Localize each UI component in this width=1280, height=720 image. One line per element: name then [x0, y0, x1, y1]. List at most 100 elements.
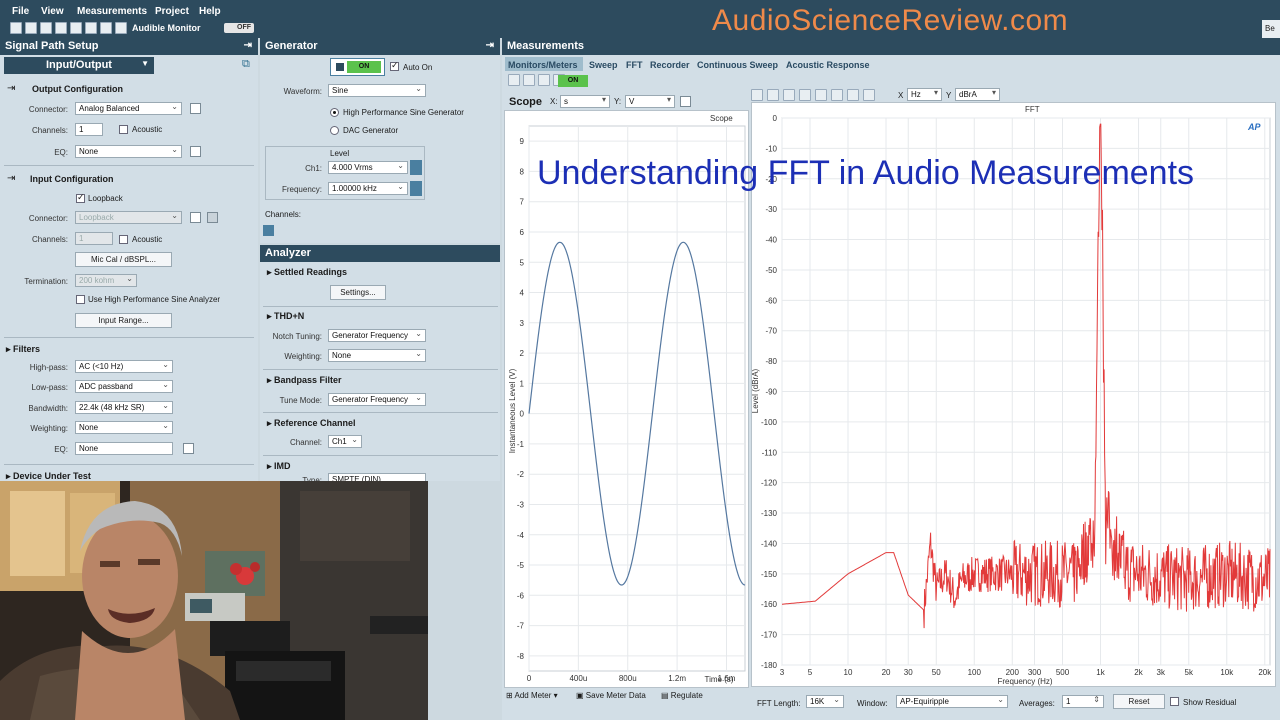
- mic-cal-button[interactable]: Mic Cal / dBSPL...: [75, 252, 172, 267]
- input-monitor-icon[interactable]: [207, 212, 218, 223]
- input-range-button[interactable]: Input Range...: [75, 313, 172, 328]
- fft-y-unit-select[interactable]: dBrA ▾: [955, 88, 1000, 101]
- report-icon[interactable]: [70, 22, 82, 34]
- speaker-icon[interactable]: [115, 22, 127, 34]
- regulate-button[interactable]: ▤ Regulate: [661, 691, 703, 700]
- settings-icon[interactable]: [55, 22, 67, 34]
- highpass-select[interactable]: AC (<10 Hz) ⌄: [75, 360, 173, 373]
- add-meter-button[interactable]: ⊞ Add Meter ▾: [506, 691, 558, 700]
- level-spinner-icon[interactable]: [410, 160, 422, 175]
- loopback-checkbox[interactable]: [76, 192, 85, 203]
- frequency-field[interactable]: 1.00000 kHz ⌄: [328, 182, 408, 195]
- show-residual-checkbox[interactable]: [1170, 697, 1179, 706]
- output-acoustic-checkbox[interactable]: [119, 125, 128, 134]
- tab-recorder[interactable]: Recorder: [650, 60, 690, 70]
- fft-settings-icon[interactable]: [863, 89, 875, 101]
- weighting-select[interactable]: None ⌄: [75, 421, 173, 434]
- connector-settings-icon[interactable]: [190, 103, 201, 114]
- input-connector-settings-icon[interactable]: [190, 212, 201, 223]
- dac-gen-radio[interactable]: [330, 126, 339, 135]
- chevron-down-icon: ⌄: [397, 161, 404, 170]
- save-icon[interactable]: [40, 22, 52, 34]
- zoom-fit-icon[interactable]: [815, 89, 827, 101]
- meter-grid-icon[interactable]: [523, 74, 535, 86]
- graph-icon[interactable]: [100, 22, 112, 34]
- audible-monitor-toggle[interactable]: OFF: [224, 23, 254, 33]
- termination-select[interactable]: 200 kohm ⌄: [75, 274, 137, 287]
- tab-sweep[interactable]: Sweep: [589, 60, 618, 70]
- fft-print-icon[interactable]: [783, 89, 795, 101]
- tab-fft[interactable]: FFT: [626, 60, 643, 70]
- zoom-y-icon[interactable]: [847, 89, 859, 101]
- pin-icon[interactable]: ⇥: [486, 40, 494, 51]
- window-select[interactable]: AP-Equiripple ⌄: [896, 695, 1008, 708]
- eq2-settings-icon[interactable]: [183, 443, 194, 454]
- tab-continuous-sweep[interactable]: Continuous Sweep: [697, 60, 778, 70]
- fft-toolbar: [751, 89, 875, 101]
- input-channels-stepper[interactable]: 1: [75, 232, 113, 245]
- chevron-down-icon: ⌄: [415, 349, 422, 358]
- new-icon[interactable]: [10, 22, 22, 34]
- auto-on-checkbox[interactable]: [390, 60, 399, 71]
- save-meter-button[interactable]: ▣ Save Meter Data: [576, 691, 646, 700]
- generator-on-label: ON: [347, 61, 381, 73]
- output-channels-stepper[interactable]: 1: [75, 123, 103, 136]
- menu-file[interactable]: File: [12, 6, 29, 17]
- menu-view[interactable]: View: [41, 6, 64, 17]
- scope-y-unit-select[interactable]: V ▾: [625, 95, 675, 108]
- zoom-icon[interactable]: [799, 89, 811, 101]
- lowpass-select[interactable]: ADC passband ⌄: [75, 380, 173, 393]
- hp-sine-analyzer-checkbox[interactable]: [76, 295, 85, 304]
- mode-select[interactable]: Input/Output ▼: [4, 57, 154, 74]
- fft-x-unit-select[interactable]: Hz ▾: [907, 88, 942, 101]
- scope-x-unit-select[interactable]: s ▾: [560, 95, 610, 108]
- meter-add-icon[interactable]: [508, 74, 520, 86]
- frequency-spinner-icon[interactable]: [410, 181, 422, 196]
- settings-button[interactable]: Settings...: [330, 285, 386, 300]
- thdn-weighting-select[interactable]: None ⌄: [328, 349, 426, 362]
- menu-project[interactable]: Project: [155, 6, 189, 17]
- hp-sine-radio[interactable]: [330, 108, 339, 117]
- menu-measurements[interactable]: Measurements: [77, 6, 147, 17]
- window-label: Window:: [857, 699, 888, 708]
- settled-label: Settled Readings: [274, 267, 348, 277]
- chevron-down-icon: ⌄: [397, 182, 404, 191]
- input-connector-select[interactable]: Loopback ⌄: [75, 211, 182, 224]
- pin-icon[interactable]: ⇥: [244, 40, 252, 51]
- bandwidth-select[interactable]: 22.4k (48 kHz SR) ⌄: [75, 401, 173, 414]
- menu-help[interactable]: Help: [199, 6, 221, 17]
- notch-value: Generator Frequency: [332, 331, 409, 340]
- meter-graph-icon[interactable]: [538, 74, 550, 86]
- measurements-on-toggle[interactable]: ON: [558, 75, 588, 87]
- scope-plot[interactable]: Scope Instantaneous Level (V) Time (s) 9…: [504, 110, 749, 688]
- ref-channel-select[interactable]: Ch1 ⌄: [328, 435, 362, 448]
- tab-acoustic-response[interactable]: Acoustic Response: [786, 60, 870, 70]
- output-connector-select[interactable]: Analog Balanced ⌄: [75, 102, 182, 115]
- meter-icon[interactable]: [85, 22, 97, 34]
- fft-length-select[interactable]: 16K ⌄: [806, 695, 844, 708]
- reset-button[interactable]: Reset: [1113, 694, 1165, 709]
- scope-settings-icon[interactable]: [680, 96, 691, 107]
- output-eq-select[interactable]: None ⌄: [75, 145, 182, 158]
- tune-mode-select[interactable]: Generator Frequency ⌄: [328, 393, 426, 406]
- channels-expand-icon[interactable]: [263, 225, 274, 236]
- fft-export-icon[interactable]: [767, 89, 779, 101]
- ch1-level-field[interactable]: 4.000 Vrms ⌄: [328, 161, 408, 174]
- fft-y-tick: -160: [761, 600, 778, 609]
- input-acoustic-checkbox[interactable]: [119, 235, 128, 244]
- generator-on-switch[interactable]: ON: [330, 58, 385, 76]
- input-channels-value: 1: [79, 234, 84, 243]
- chevron-down-icon: ▾: [933, 88, 938, 97]
- meters-toolbar: [508, 74, 565, 86]
- tune-mode-label: Tune Mode:: [279, 396, 322, 405]
- notch-select[interactable]: Generator Frequency ⌄: [328, 329, 426, 342]
- eq-settings-icon[interactable]: [190, 146, 201, 157]
- popout-icon[interactable]: ⧉: [242, 58, 250, 71]
- tab-monitors-meters[interactable]: Monitors/Meters: [508, 60, 578, 70]
- fft-copy-icon[interactable]: [751, 89, 763, 101]
- eq2-field[interactable]: None: [75, 442, 173, 455]
- open-icon[interactable]: [25, 22, 37, 34]
- zoom-x-icon[interactable]: [831, 89, 843, 101]
- waveform-select[interactable]: Sine ⌄: [328, 84, 426, 97]
- averages-stepper[interactable]: 1 ⇕: [1062, 695, 1104, 708]
